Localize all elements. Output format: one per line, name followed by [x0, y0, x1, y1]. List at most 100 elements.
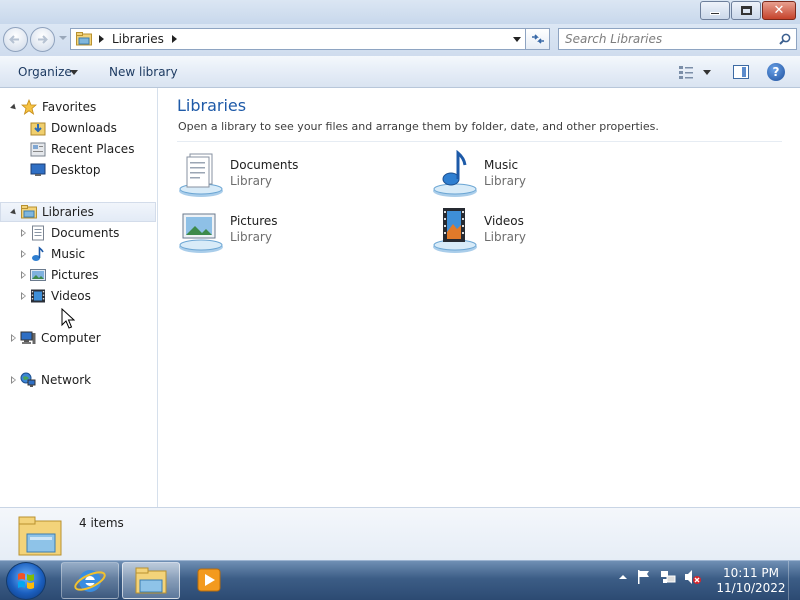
- network-status-icon[interactable]: [660, 569, 676, 585]
- views-dropdown-icon[interactable]: [703, 70, 711, 75]
- nav-favorites-label: Favorites: [42, 100, 97, 114]
- address-history-dropdown[interactable]: [513, 37, 521, 42]
- library-tile-music[interactable]: Music Library: [431, 150, 671, 200]
- system-clock[interactable]: 10:11 PM 11/10/2022: [716, 566, 786, 596]
- library-name: Pictures: [230, 214, 278, 228]
- media-player-icon: [197, 568, 221, 592]
- command-bar: Organize New library ?: [0, 56, 800, 88]
- documents-library-icon: [179, 153, 223, 197]
- action-center-flag-icon[interactable]: [636, 569, 652, 585]
- help-icon[interactable]: ?: [767, 63, 785, 81]
- nav-item-label: Recent Places: [51, 142, 135, 156]
- nav-network-label: Network: [41, 373, 92, 387]
- breadcrumb-separator[interactable]: [171, 35, 177, 43]
- network-icon: [20, 372, 36, 387]
- nav-item-recent-places[interactable]: Recent Places: [0, 139, 156, 159]
- documents-icon: [32, 225, 44, 241]
- mouse-cursor-icon: [61, 308, 75, 329]
- nav-item-music[interactable]: Music: [0, 244, 156, 264]
- nav-network[interactable]: Network: [0, 370, 156, 390]
- nav-computer[interactable]: Computer: [0, 328, 156, 348]
- library-kind: Library: [484, 174, 526, 188]
- window-controls: ✕: [700, 1, 796, 20]
- library-kind: Library: [484, 230, 526, 244]
- music-icon: [32, 246, 44, 261]
- favorites-star-icon: [21, 99, 37, 115]
- libraries-large-icon: [18, 516, 62, 556]
- breadcrumb-libraries[interactable]: Libraries: [112, 32, 164, 46]
- computer-icon: [20, 331, 36, 344]
- minimize-button[interactable]: [700, 1, 730, 20]
- library-tile-videos[interactable]: Videos Library: [431, 206, 671, 256]
- library-tile-pictures[interactable]: Pictures Library: [177, 206, 417, 256]
- taskbar-windows-explorer[interactable]: [122, 562, 180, 599]
- volume-muted-icon[interactable]: [684, 569, 702, 585]
- downloads-icon: [30, 122, 46, 136]
- nav-libraries-label: Libraries: [42, 205, 94, 219]
- collapse-arrow-icon[interactable]: [11, 334, 16, 342]
- libraries-content: Libraries Open a library to see your fil…: [159, 88, 800, 507]
- address-bar[interactable]: Libraries: [70, 28, 526, 50]
- clock-time: 10:11 PM: [723, 566, 779, 580]
- start-button[interactable]: [6, 562, 46, 600]
- library-tile-documents[interactable]: Documents Library: [177, 150, 417, 200]
- videos-icon: [31, 289, 45, 303]
- refresh-icon: [531, 34, 544, 44]
- videos-library-icon: [433, 208, 477, 253]
- nav-item-desktop[interactable]: Desktop: [0, 160, 156, 180]
- taskbar: 10:11 PM 11/10/2022: [0, 560, 800, 600]
- new-library-button[interactable]: New library: [109, 65, 178, 79]
- search-box[interactable]: [558, 28, 797, 50]
- forward-button[interactable]: [30, 27, 55, 52]
- change-view-icon[interactable]: [678, 65, 694, 79]
- nav-item-downloads[interactable]: Downloads: [0, 118, 156, 138]
- nav-item-pictures[interactable]: Pictures: [0, 265, 156, 285]
- preview-pane-icon[interactable]: [733, 65, 749, 79]
- pictures-icon: [30, 269, 46, 281]
- show-desktop-button[interactable]: [788, 561, 800, 600]
- expand-arrow-icon[interactable]: [10, 103, 18, 111]
- expand-arrow-icon[interactable]: [10, 208, 18, 216]
- nav-favorites[interactable]: Favorites: [0, 97, 156, 117]
- close-button[interactable]: ✕: [762, 1, 796, 20]
- search-icon[interactable]: [779, 33, 791, 45]
- nav-item-label: Downloads: [51, 121, 117, 135]
- library-name: Documents: [230, 158, 299, 172]
- collapse-arrow-icon[interactable]: [21, 250, 26, 258]
- pictures-library-icon: [179, 213, 223, 253]
- breadcrumb-separator[interactable]: [99, 35, 104, 43]
- library-kind: Library: [230, 230, 272, 244]
- item-count: 4 items: [79, 516, 124, 530]
- back-button[interactable]: [3, 27, 28, 52]
- details-pane: 4 items: [0, 507, 800, 560]
- navigation-pane: Favorites Downloads Recent Places Deskto…: [0, 88, 158, 507]
- title-divider: [177, 141, 782, 142]
- minimize-icon: [710, 12, 720, 15]
- nav-item-documents[interactable]: Documents: [0, 223, 156, 243]
- nav-item-label: Documents: [51, 226, 120, 240]
- collapse-arrow-icon[interactable]: [21, 292, 26, 300]
- nav-item-videos[interactable]: Videos: [0, 286, 156, 306]
- desktop-icon: [30, 163, 46, 176]
- search-input[interactable]: [565, 29, 765, 49]
- organize-dropdown-icon[interactable]: [70, 70, 78, 75]
- libraries-folder-icon: [76, 32, 92, 46]
- show-hidden-icons-icon[interactable]: [618, 572, 628, 582]
- collapse-arrow-icon[interactable]: [21, 271, 26, 279]
- close-icon: ✕: [773, 3, 785, 18]
- collapse-arrow-icon[interactable]: [21, 229, 26, 237]
- nav-libraries[interactable]: Libraries: [0, 202, 156, 222]
- windows-explorer-icon: [135, 567, 167, 594]
- organize-button[interactable]: Organize: [18, 65, 72, 79]
- address-row: Libraries: [0, 24, 800, 56]
- taskbar-internet-explorer[interactable]: [61, 562, 119, 599]
- library-kind: Library: [230, 174, 272, 188]
- collapse-arrow-icon[interactable]: [11, 376, 16, 384]
- refresh-button[interactable]: [526, 28, 550, 50]
- restore-button[interactable]: [731, 1, 761, 20]
- music-library-icon: [433, 150, 477, 197]
- recent-pages-dropdown[interactable]: [59, 36, 67, 40]
- nav-item-label: Videos: [51, 289, 91, 303]
- page-subtitle: Open a library to see your files and arr…: [178, 120, 659, 133]
- taskbar-media-player[interactable]: [183, 562, 233, 599]
